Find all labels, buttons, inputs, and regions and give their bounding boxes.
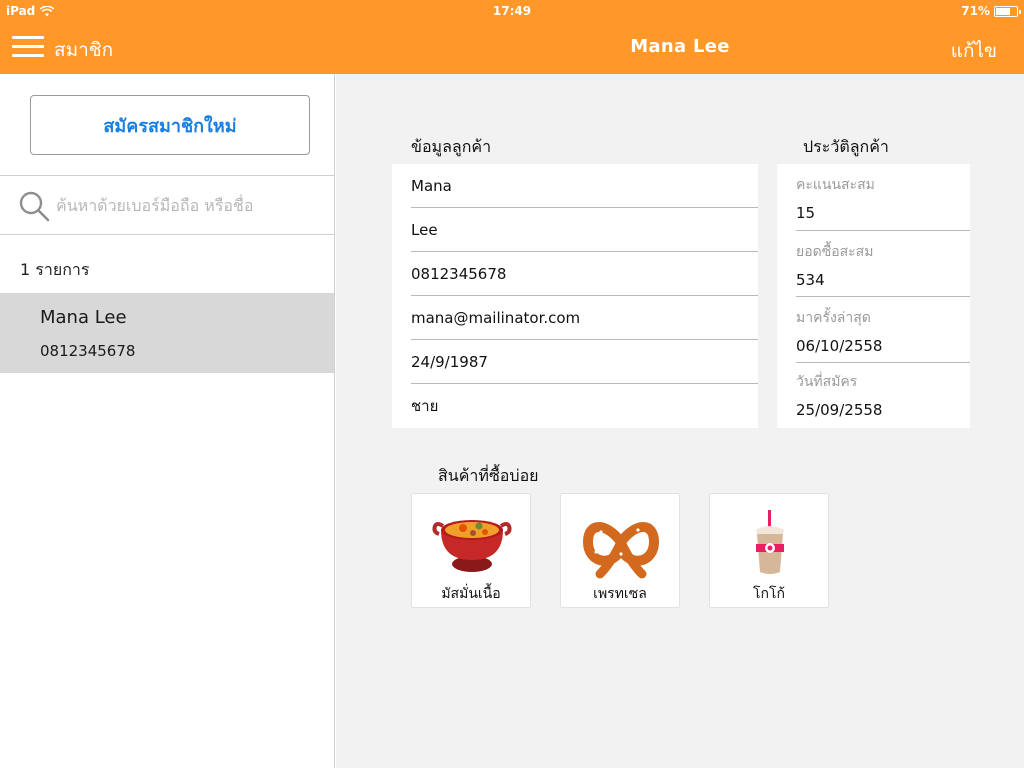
new-member-button[interactable]: สมัครสมาชิกใหม่ xyxy=(30,95,310,155)
product-card-curry[interactable]: มัสมั่นเนื้อ xyxy=(411,493,531,608)
battery-percent: 71% xyxy=(961,4,990,18)
hamburger-menu-icon[interactable] xyxy=(12,36,44,58)
product-card-cocoa[interactable]: โกโก้ xyxy=(709,493,829,608)
customer-info-card: Mana Lee 0812345678 mana@mailinator.com … xyxy=(392,164,758,428)
member-phone: 0812345678 xyxy=(40,342,136,360)
iced-cocoa-icon xyxy=(756,510,784,574)
product-card-pretzel[interactable]: เพรทเซล xyxy=(560,493,680,608)
battery-icon xyxy=(994,5,1021,17)
birthdate-field[interactable]: 24/9/1987 xyxy=(411,340,758,384)
curry-pot-icon xyxy=(432,520,512,572)
search-bar xyxy=(0,175,335,235)
customer-history-title: ประวัติลูกค้า xyxy=(803,137,889,156)
history-value: 15 xyxy=(796,204,816,222)
product-label: มัสมั่นเนื้อ xyxy=(441,586,501,602)
search-icon xyxy=(19,191,50,222)
history-value: 25/09/2558 xyxy=(796,401,883,419)
search-input[interactable] xyxy=(56,188,326,222)
page-title: Mana Lee xyxy=(630,36,730,57)
edit-button[interactable]: แก้ไข xyxy=(951,36,997,66)
history-total-purchase: ยอดซื้อสะสม 534 xyxy=(796,241,970,297)
history-value: 534 xyxy=(796,271,825,289)
nav-section-title: สมาชิก xyxy=(54,39,114,61)
history-label: คะแนนสะสม xyxy=(796,177,875,193)
product-label: โกโก้ xyxy=(753,586,785,602)
status-bar: iPad 17:49 71% xyxy=(0,0,1024,22)
history-points: คะแนนสะสม 15 xyxy=(796,174,970,231)
gender-field[interactable]: ชาย xyxy=(411,384,758,428)
history-label: วันที่สมัคร xyxy=(796,374,858,390)
history-value: 06/10/2558 xyxy=(796,337,883,355)
last-name-field[interactable]: Lee xyxy=(411,208,758,252)
result-count: 1 รายการ xyxy=(20,260,90,279)
history-last-visit: มาครั้งล่าสุด 06/10/2558 xyxy=(796,307,970,363)
history-label: ยอดซื้อสะสม xyxy=(796,244,874,260)
battery-fill xyxy=(996,7,1011,15)
customer-info-title: ข้อมูลลูกค้า xyxy=(411,137,492,156)
status-time: 17:49 xyxy=(492,4,532,18)
app-header: iPad 17:49 71% สมาชิก Mana Lee แก้ไข xyxy=(0,0,1024,74)
pretzel-icon xyxy=(583,522,659,579)
frequent-products-title: สินค้าที่ซื้อบ่อย xyxy=(438,466,539,485)
phone-field[interactable]: 0812345678 xyxy=(411,252,758,296)
member-name: Mana Lee xyxy=(40,307,127,328)
customer-history-card: คะแนนสะสม 15 ยอดซื้อสะสม 534 มาครั้งล่าส… xyxy=(777,164,970,428)
member-detail: ข้อมูลลูกค้า ประวัติลูกค้า Mana Lee 0812… xyxy=(336,74,1024,768)
nav-bar: สมาชิก Mana Lee แก้ไข xyxy=(0,22,1024,74)
member-list-item[interactable]: Mana Lee 0812345678 xyxy=(0,293,334,373)
history-joined-date: วันที่สมัคร 25/09/2558 xyxy=(796,371,970,427)
email-field[interactable]: mana@mailinator.com xyxy=(411,296,758,340)
product-label: เพรทเซล xyxy=(593,586,647,602)
member-sidebar: สมัครสมาชิกใหม่ 1 รายการ Mana Lee 081234… xyxy=(0,74,335,768)
first-name-field[interactable]: Mana xyxy=(411,164,758,208)
history-label: มาครั้งล่าสุด xyxy=(796,310,871,326)
